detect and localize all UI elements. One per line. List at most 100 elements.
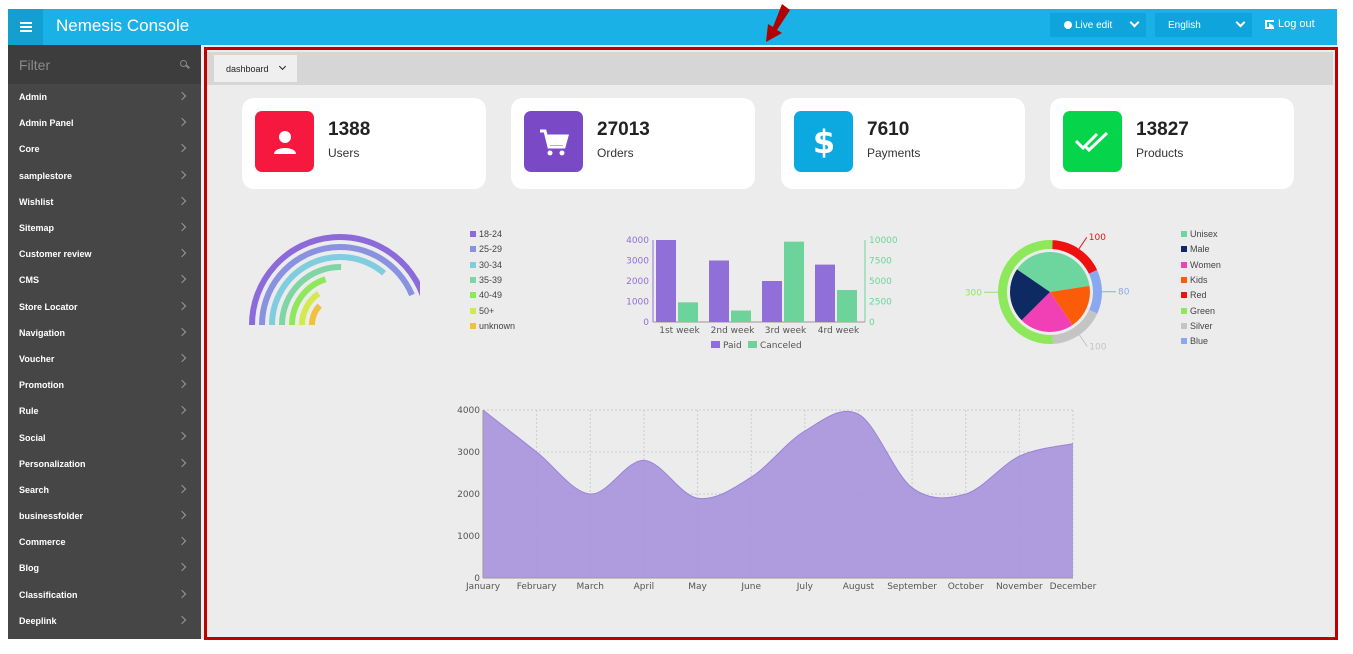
legend-swatch-paid	[711, 341, 720, 348]
chevron-down-icon	[278, 62, 287, 71]
legend-swatch	[1181, 276, 1187, 283]
bar-canceled	[784, 241, 804, 322]
sidebar-item-social[interactable]: Social	[8, 424, 201, 450]
sidebar-item-personalization[interactable]: Personalization	[8, 451, 201, 477]
sidebar-item-label: Wishlist	[19, 196, 54, 207]
live-edit-dropdown[interactable]: Live edit	[1050, 13, 1146, 37]
bar-canceled	[731, 310, 751, 322]
y-left-tick: 4000	[626, 236, 649, 246]
sidebar-item-label: Search	[19, 484, 50, 495]
x-tick-label: August	[843, 582, 875, 592]
sidebar-item-label: Voucher	[19, 353, 55, 364]
legend-item[interactable]: Red	[1181, 290, 1207, 300]
stat-card-users[interactable]: 1388 Users	[242, 98, 486, 189]
sidebar-item-rule[interactable]: Rule	[8, 398, 201, 424]
sidebar-item-label: Classification	[19, 589, 78, 600]
legend-label: Green	[1190, 305, 1216, 316]
y-right-tick: 2500	[869, 298, 892, 308]
stat-card-products[interactable]: 13827 Products	[1050, 98, 1294, 189]
top-bar: Nemesis Console Live edit English Log ou…	[8, 9, 1337, 45]
legend-item[interactable]: 25-29	[470, 244, 502, 254]
legend-item[interactable]: Silver	[1181, 321, 1213, 331]
sidebar-item-deeplink[interactable]: Deeplink	[8, 608, 201, 634]
hamburger-menu-icon[interactable]	[8, 9, 43, 45]
sidebar-item-core[interactable]: Core	[8, 136, 201, 162]
legend-item[interactable]: unknown	[470, 321, 515, 331]
sidebar-item-commerce[interactable]: Commerce	[8, 529, 201, 555]
sidebar-item-sitemap[interactable]: Sitemap	[8, 215, 201, 241]
sidebar-item-label: Admin	[19, 92, 47, 103]
language-label: English	[1168, 19, 1201, 31]
sidebar-item-navigation[interactable]: Navigation	[8, 320, 201, 346]
bar-canceled	[837, 290, 857, 322]
y-tick-label: 2000	[457, 490, 480, 500]
x-tick-label: February	[517, 582, 558, 592]
sidebar-item-voucher[interactable]: Voucher	[8, 346, 201, 372]
x-tick-label: October	[948, 582, 984, 592]
legend-item[interactable]: 40-49	[470, 290, 502, 300]
sidebar-item-cms[interactable]: CMS	[8, 267, 201, 293]
legend-swatch-canceled	[748, 341, 757, 348]
sidebar-item-store-locator[interactable]: Store Locator	[8, 294, 201, 320]
legend-item[interactable]: Male	[1181, 244, 1210, 254]
chevron-right-icon	[177, 536, 187, 546]
x-tick-label: 3rd week	[765, 326, 807, 336]
sidebar-item-wishlist[interactable]: Wishlist	[8, 189, 201, 215]
legend-label: Unisex	[1190, 229, 1218, 239]
legend-swatch	[1181, 261, 1187, 268]
tab-dashboard[interactable]: dashboard	[214, 55, 297, 82]
x-tick-label: December	[1050, 582, 1097, 592]
legend-swatch	[1181, 307, 1187, 314]
stat-card-orders[interactable]: 27013 Orders	[511, 98, 755, 189]
stat-label: Products	[1136, 146, 1184, 160]
globe-icon	[1064, 21, 1072, 29]
filter-input[interactable]	[19, 55, 169, 75]
language-select[interactable]: English	[1155, 13, 1252, 37]
live-edit-label: Live edit	[1075, 19, 1113, 31]
legend-item[interactable]: Blue	[1181, 336, 1208, 346]
legend-swatch	[1181, 231, 1187, 237]
legend-label: 25-29	[479, 244, 503, 255]
sidebar-item-promotion[interactable]: Promotion	[8, 372, 201, 398]
sidebar-item-businessfolder[interactable]: businessfolder	[8, 503, 201, 529]
legend-label-canceled: Canceled	[760, 341, 802, 351]
legend-label: Blue	[1190, 336, 1209, 347]
legend-label: Kids	[1190, 274, 1208, 285]
x-tick-label: 2nd week	[711, 326, 755, 336]
legend-item[interactable]: 30-34	[470, 260, 502, 270]
sidebar-item-samplestore[interactable]: samplestore	[8, 163, 201, 189]
logout-icon	[1265, 19, 1274, 29]
search-icon[interactable]	[180, 60, 187, 67]
ring-label: 300	[965, 288, 982, 298]
sidebar-item-blog[interactable]: Blog	[8, 555, 201, 581]
legend-label: Male	[1190, 244, 1210, 255]
legend-item[interactable]: 50+	[470, 306, 494, 316]
x-tick-label: June	[740, 582, 761, 592]
logout-button[interactable]: Log out	[1265, 18, 1315, 30]
legend-item[interactable]: Unisex	[1181, 229, 1218, 239]
sidebar-nav: Admin Admin Panel Core samplestore Wishlist S…	[8, 84, 201, 634]
sidebar-item-admin-panel[interactable]: Admin Panel	[8, 110, 201, 136]
weekly-orders-bar-chart: 0 1000 2000 3000 4000 0 2500 5000 7500 10000 1st w…	[626, 236, 898, 351]
legend-item[interactable]: Kids	[1181, 275, 1208, 285]
chevron-right-icon	[177, 196, 187, 205]
legend-item[interactable]: Green	[1181, 306, 1215, 316]
tab-dashboard-label: dashboard	[226, 63, 269, 74]
sidebar-item-admin[interactable]: Admin	[8, 84, 201, 110]
sidebar-item-label: Commerce	[19, 537, 66, 548]
bar-canceled	[678, 302, 698, 322]
chevron-right-icon	[177, 432, 187, 441]
sidebar-item-customer-review[interactable]: Customer review	[8, 241, 201, 267]
legend-item[interactable]: 35-39	[470, 275, 502, 285]
sidebar-item-classification[interactable]: Classification	[8, 582, 201, 608]
legend-item[interactable]: Women	[1181, 260, 1221, 270]
stat-card-payments[interactable]: $7610 Payments	[781, 98, 1025, 189]
sidebar-item-search[interactable]: Search	[8, 477, 201, 503]
category-pie-chart: 100 80 100 300	[965, 233, 1130, 352]
stat-label: Orders	[597, 146, 634, 160]
ring-label-line	[1078, 334, 1088, 347]
legend-item[interactable]: 18-24	[470, 229, 502, 239]
svg-text:$: $	[812, 124, 834, 160]
chevron-right-icon	[177, 91, 187, 101]
ring-label: 100	[1089, 342, 1106, 352]
